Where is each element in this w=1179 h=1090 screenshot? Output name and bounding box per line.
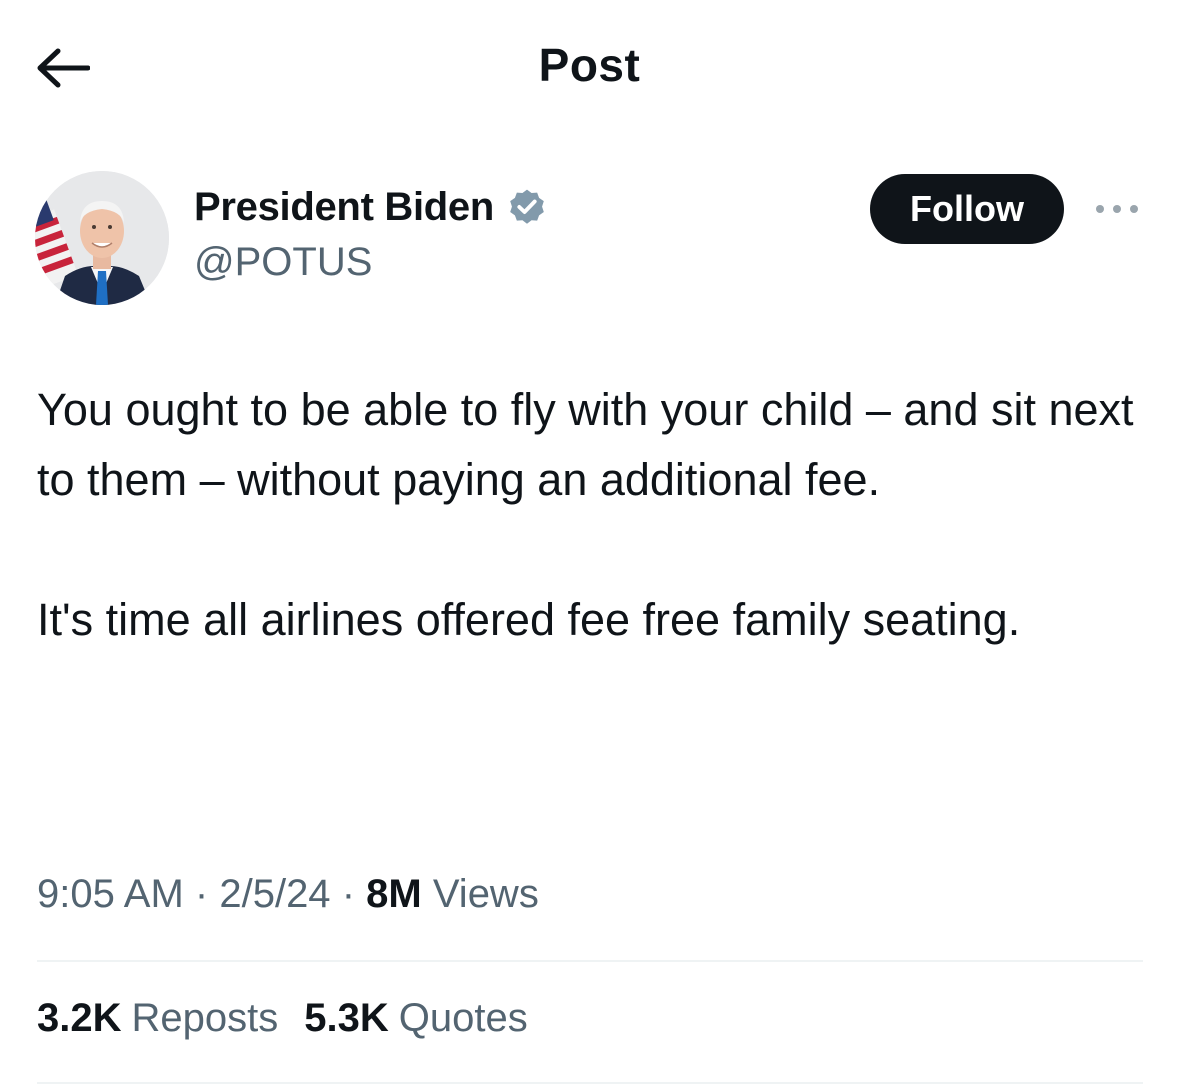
post-paragraph: You ought to be able to fly with your ch… — [37, 384, 1134, 505]
divider — [37, 1082, 1143, 1084]
profile-photo — [35, 171, 169, 305]
views-label: Views — [432, 872, 539, 916]
author-name-text: President Biden — [194, 185, 495, 229]
author-handle[interactable]: @POTUS — [194, 240, 372, 285]
more-options-icon — [1096, 205, 1138, 213]
reposts-label: Reposts — [131, 996, 279, 1040]
meta-separator: · — [341, 872, 356, 916]
meta-separator: · — [194, 872, 209, 916]
reposts-link[interactable]: 3.2K Reposts — [37, 996, 278, 1041]
engagement-stats: 3.2K Reposts 5.3K Quotes — [37, 996, 554, 1041]
quotes-count: 5.3K — [304, 996, 389, 1040]
verified-badge-icon — [510, 189, 544, 224]
reposts-count: 3.2K — [37, 996, 122, 1040]
more-options-button[interactable] — [1090, 194, 1144, 224]
author-name[interactable]: President Biden — [194, 185, 548, 230]
quotes-link[interactable]: 5.3K Quotes — [304, 996, 527, 1041]
top-bar: Post — [0, 0, 1179, 140]
follow-button[interactable]: Follow — [870, 174, 1064, 244]
post-time[interactable]: 9:05 AM — [37, 872, 184, 916]
quotes-label: Quotes — [398, 996, 528, 1040]
post-date[interactable]: 2/5/24 — [219, 872, 330, 916]
divider — [37, 960, 1143, 962]
views-count: 8M — [366, 872, 422, 916]
post-paragraph: It's time all airlines offered fee free … — [37, 594, 1021, 645]
post-body: You ought to be able to fly with your ch… — [37, 375, 1137, 655]
post-meta: 9:05 AM · 2/5/24 · 8M Views — [37, 872, 539, 917]
page-title: Post — [538, 39, 641, 91]
avatar[interactable] — [35, 171, 169, 305]
